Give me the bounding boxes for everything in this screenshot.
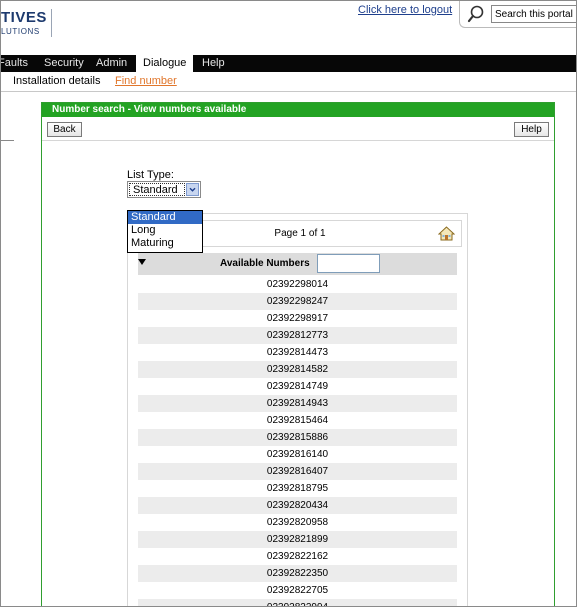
logo-text: TIVES (1, 9, 47, 26)
list-type-selected-value: Standard (129, 183, 185, 196)
table-row[interactable]: 02392822705 (138, 582, 457, 599)
nav-item-admin[interactable]: Admin (96, 57, 127, 69)
table-row[interactable]: 02392820434 (138, 497, 457, 514)
main-nav: Faults Security Admin Dialogue Help (1, 55, 576, 72)
list-type-option-standard[interactable]: Standard (128, 211, 202, 224)
list-type-dropdown: Standard Long Maturing (127, 210, 203, 253)
header: TIVES LUTIONS Click here to logout (1, 1, 576, 55)
logo-divider (51, 9, 52, 37)
table-row[interactable]: 02392818795 (138, 480, 457, 497)
search-box (459, 1, 576, 28)
list-type-label: List Type: (127, 169, 174, 181)
table-row[interactable]: 02392822350 (138, 565, 457, 582)
table-row[interactable]: 02392298247 (138, 293, 457, 310)
table-row[interactable]: 02392812773 (138, 327, 457, 344)
search-input[interactable] (491, 5, 576, 23)
table-row[interactable]: 02392816407 (138, 463, 457, 480)
table-row[interactable]: 02392814749 (138, 378, 457, 395)
chevron-down-icon[interactable] (186, 183, 199, 196)
sort-arrow-icon[interactable] (138, 259, 146, 265)
table-row[interactable]: 02392815464 (138, 412, 457, 429)
panel-title: Number search - View numbers available (42, 103, 554, 117)
results-box: Page 1 of 1 Available Numbers 0239229801… (127, 213, 468, 606)
available-numbers-filter-input[interactable] (317, 254, 380, 273)
table-row[interactable]: 02392822994 (138, 599, 457, 606)
sub-nav: Installation details Find number (1, 72, 576, 92)
table-row[interactable]: 02392298014 (138, 276, 457, 293)
help-button[interactable]: Help (514, 122, 549, 137)
list-type-select[interactable]: Standard (127, 181, 201, 198)
left-divider (1, 140, 14, 141)
panel-toolbar: Back Help (42, 117, 554, 141)
table-row[interactable]: 02392814582 (138, 361, 457, 378)
back-button[interactable]: Back (47, 122, 82, 137)
table-row[interactable]: 02392814943 (138, 395, 457, 412)
nav-item-dialogue[interactable]: Dialogue (136, 55, 194, 72)
subnav-installation-details[interactable]: Installation details (13, 75, 100, 87)
table-row[interactable]: 02392298917 (138, 310, 457, 327)
nav-item-security[interactable]: Security (44, 57, 84, 69)
column-title-available-numbers: Available Numbers (220, 258, 310, 269)
numbers-list: 02392298014 02392298247 02392298917 0239281… (138, 276, 457, 606)
search-icon[interactable] (467, 4, 485, 24)
logo-subtext: LUTIONS (1, 27, 40, 36)
list-type-option-maturing[interactable]: Maturing (128, 237, 202, 250)
table-row[interactable]: 02392814473 (138, 344, 457, 361)
table-row[interactable]: 02392816140 (138, 446, 457, 463)
home-icon[interactable] (438, 225, 455, 242)
nav-item-faults[interactable]: Faults (1, 57, 28, 69)
table-row[interactable]: 02392822162 (138, 548, 457, 565)
logout-link[interactable]: Click here to logout (358, 4, 452, 16)
browser-frame: TIVES LUTIONS Click here to logout Fault… (0, 0, 577, 607)
table-row[interactable]: 02392821899 (138, 531, 457, 548)
list-type-option-long[interactable]: Long (128, 224, 202, 237)
table-row[interactable]: 02392815886 (138, 429, 457, 446)
nav-item-help[interactable]: Help (202, 57, 225, 69)
table-header: Available Numbers (138, 253, 457, 275)
table-row[interactable]: 02392820958 (138, 514, 457, 531)
subnav-find-number[interactable]: Find number (115, 75, 177, 87)
